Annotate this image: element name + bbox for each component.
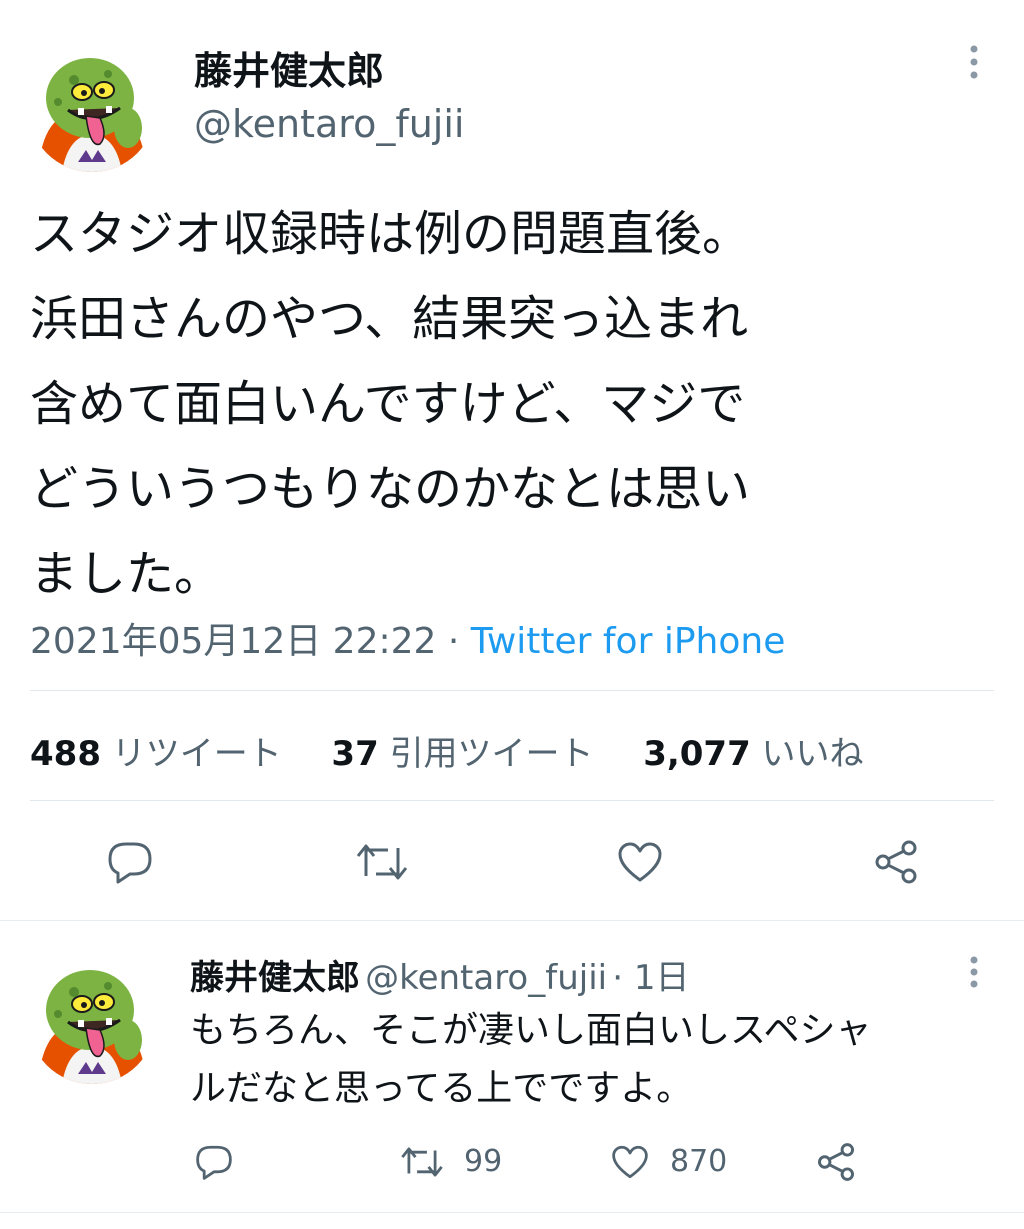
reply-text: もちろん、そこが凄いし面白いしスペシャ ルだなと思ってる上でですよ。 [190,1002,990,1118]
reply-author-avatar[interactable] [28,956,156,1084]
divider [30,690,994,691]
likes-count: 3,077 [643,734,751,774]
share-icon[interactable] [866,832,926,892]
reply-retweet-count: 99 [464,1144,503,1179]
tweet-meta: 2021年05月12日 22:22 · Twitter for iPhone [30,612,785,664]
quotes-label: 引用ツイート [389,734,594,774]
like-icon[interactable] [610,832,670,892]
reply-text-line: ルだなと思ってる上でですよ。 [190,1068,693,1109]
reply-time[interactable]: · 1日 [612,958,689,998]
reply-share-icon[interactable] [812,1138,860,1186]
reply-retweet-icon[interactable] [396,1140,448,1184]
author-handle[interactable]: @kentaro_fujii [194,102,464,146]
reply-reply-icon[interactable] [190,1140,238,1184]
reply-icon[interactable] [100,832,160,892]
more-options-icon[interactable] [962,42,986,82]
reply-more-options-icon[interactable] [962,954,986,990]
tweet-text-line: 浜田さんのやつ、結果突っ込まれ [30,291,749,347]
reply-author-name[interactable]: 藤井健太郎 [190,958,360,998]
tweet-text-line: ました。 [30,546,223,602]
tweet-text-line: 含めて面白いんですけど、マジで [30,376,746,432]
author-name[interactable]: 藤井健太郎 [194,40,384,95]
meta-separator: · [436,621,471,662]
reply-header: 藤井健太郎 @kentaro_fujii · 1日 [190,950,689,999]
quotes-stat[interactable]: 37 引用ツイート [331,734,593,774]
likes-label: いいね [761,734,864,774]
quotes-count: 37 [331,734,379,774]
retweets-count: 488 [30,734,101,774]
retweets-stat[interactable]: 488 リツイート [30,734,282,774]
tweet-text-line: スタジオ収録時は例の問題直後。 [30,206,751,262]
divider [0,920,1024,921]
divider [0,1212,1024,1213]
tweet-source-link[interactable]: Twitter for iPhone [471,621,786,662]
retweets-label: リツイート [111,734,282,774]
reply-author-handle[interactable]: @kentaro_fujii [365,958,607,998]
tweet-timestamp[interactable]: 2021年05月12日 22:22 [30,621,436,662]
tweet-text-line: どういうつもりなのかなとは思い [30,461,751,517]
reply-like-count: 870 [670,1144,728,1179]
divider [30,800,994,801]
likes-stat[interactable]: 3,077 いいね [643,734,863,774]
reply-like-icon[interactable] [606,1140,654,1184]
author-avatar[interactable] [28,44,156,172]
reply-text-line: もちろん、そこが凄いし面白いしスペシャ [190,1010,872,1051]
tweet-stats: 488 リツイート 37 引用ツイート 3,077 いいね [30,726,864,775]
tweet-text: スタジオ収録時は例の問題直後。 浜田さんのやつ、結果突っ込まれ 含めて面白いんで… [30,202,990,606]
retweet-icon[interactable] [352,832,412,892]
